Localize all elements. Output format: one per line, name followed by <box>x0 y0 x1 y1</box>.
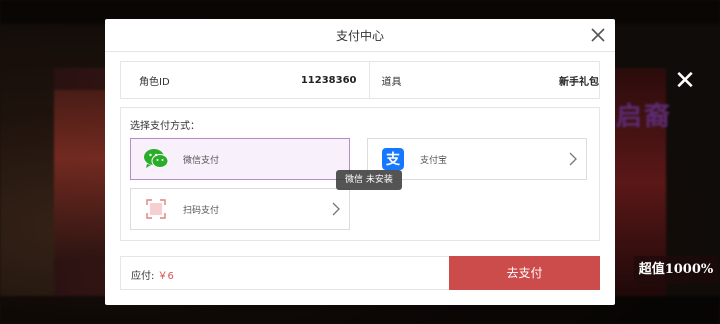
role-id-label: 角色ID <box>139 76 170 88</box>
alipay-label: 支付宝 <box>420 155 448 166</box>
pay-button[interactable]: 去支付 <box>449 256 600 290</box>
dialog-header: 支付中心 <box>105 19 615 52</box>
wechat-not-installed-tooltip: 微信 未安装 <box>336 170 402 190</box>
amount-label: 应付: <box>131 271 158 282</box>
wechat-pay-label: 微信支付 <box>183 155 220 166</box>
dialog-title: 支付中心 <box>335 29 384 43</box>
payment-footer: 应付: ￥6 去支付 <box>120 256 600 290</box>
qr-scan-pay-label: 扫码支付 <box>183 205 220 216</box>
promo-badge: 超值1000% <box>634 256 718 284</box>
qr-scan-icon <box>143 196 169 222</box>
item-row: 道具 新手礼包 <box>368 62 599 98</box>
payment-dialog: 支付中心 角色ID 11238360 道具 新手礼包 选择支付方式： 微信支付 … <box>105 19 615 305</box>
wechat-icon <box>143 146 169 172</box>
close-icon[interactable] <box>591 28 605 42</box>
qr-scan-pay-option[interactable]: 扫码支付 <box>130 188 350 230</box>
role-id-value: 11238360 <box>300 74 357 86</box>
payment-prompt: 选择支付方式： <box>130 121 200 132</box>
order-info: 角色ID 11238360 道具 新手礼包 <box>120 61 600 99</box>
alipay-icon: 支 <box>380 146 406 172</box>
poster-close-icon[interactable]: ✕ <box>674 68 696 94</box>
amount-value: ￥6 <box>157 271 174 282</box>
payment-methods: 选择支付方式： 微信支付 支 支付宝 扫码支付 微信 未安装 <box>120 107 600 241</box>
chevron-right-icon <box>569 152 577 166</box>
item-value: 新手礼包 <box>559 76 599 88</box>
role-row: 角色ID 11238360 <box>121 62 369 98</box>
svg-text:支: 支 <box>385 151 401 168</box>
wechat-pay-option[interactable]: 微信支付 <box>130 138 350 180</box>
item-label: 道具 <box>381 76 402 88</box>
chevron-right-icon <box>332 202 340 216</box>
amount-due: 应付: ￥6 <box>131 267 174 282</box>
